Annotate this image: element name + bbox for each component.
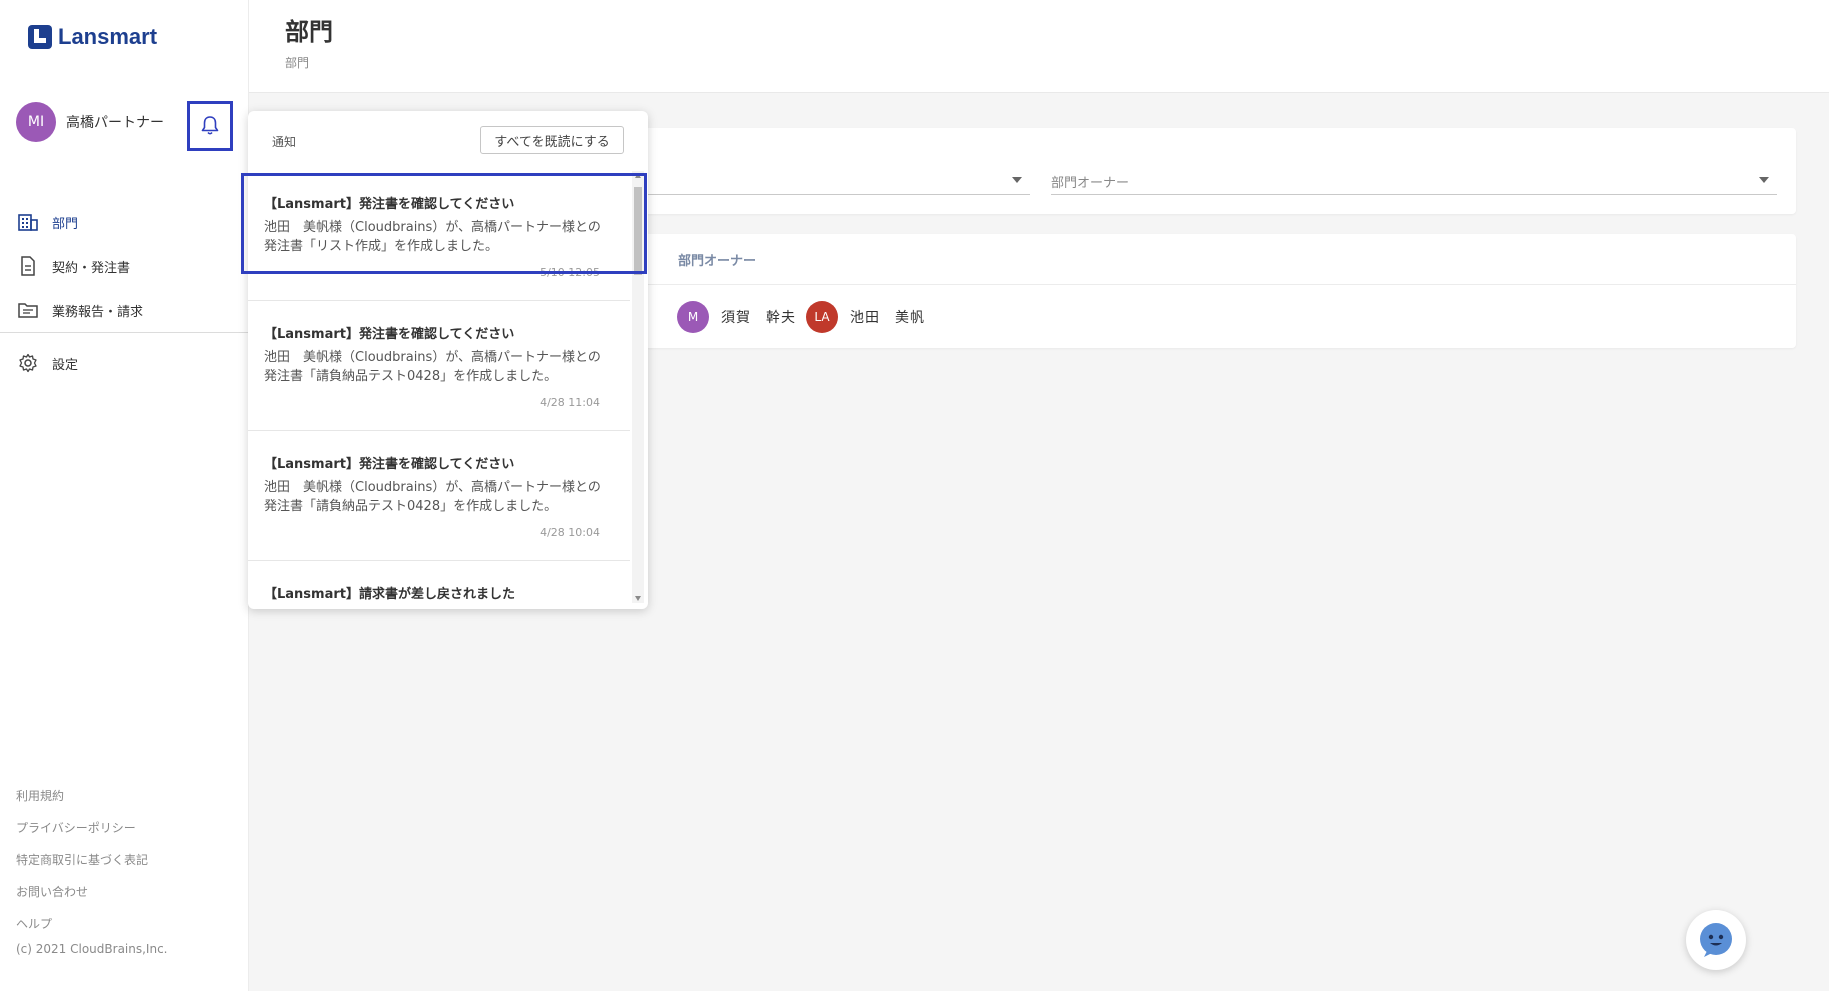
notification-item-title: 【Lansmart】発注書を確認してください bbox=[264, 457, 515, 472]
nav-divider bbox=[0, 332, 248, 333]
footer-link-privacy[interactable]: プライバシーポリシー bbox=[16, 812, 148, 844]
page-header: 部門 部門 bbox=[249, 0, 1829, 93]
sidebar-item-label: 業務報告・請求 bbox=[52, 304, 144, 320]
sidebar-item-contracts[interactable]: 契約・発注書 bbox=[0, 244, 248, 288]
bell-icon bbox=[201, 116, 219, 135]
avatar: MI bbox=[16, 102, 56, 142]
mark-all-read-button[interactable]: すべてを既読にする bbox=[480, 126, 624, 154]
notification-title: 通知 bbox=[272, 135, 297, 149]
member-name: 須賀 幹夫 bbox=[721, 310, 796, 326]
notification-item-title: 【Lansmart】発注書を確認してください bbox=[264, 327, 515, 342]
notification-item[interactable]: 【Lansmart】発注書を確認してください 池田 美帆様（Cloudbrain… bbox=[248, 301, 630, 431]
owner-select[interactable]: 部門オーナー bbox=[1051, 162, 1777, 195]
sidebar-item-label: 部門 bbox=[52, 216, 79, 232]
notification-item-title: 【Lansmart】請求書が差し戻されました bbox=[264, 587, 515, 602]
footer-links: 利用規約 プライバシーポリシー 特定商取引に基づく表記 お問い合わせ ヘルプ bbox=[16, 780, 148, 940]
building-icon bbox=[18, 212, 38, 232]
sidebar-item-departments[interactable]: 部門 bbox=[0, 200, 248, 244]
notification-bell-button[interactable] bbox=[187, 101, 233, 151]
footer-link-terms[interactable]: 利用規約 bbox=[16, 780, 148, 812]
sidebar: Lansmart MI 高橋パートナー 部門 契約・発注書 業務報告・請求 設定… bbox=[0, 0, 249, 991]
notification-highlight bbox=[241, 173, 647, 274]
sidebar-nav: 部門 契約・発注書 業務報告・請求 bbox=[0, 200, 248, 332]
document-icon bbox=[18, 256, 38, 276]
gear-icon bbox=[18, 353, 38, 373]
logo-text: Lansmart bbox=[58, 24, 158, 49]
notification-item[interactable]: 【Lansmart】発注書を確認してください 池田 美帆様（Cloudbrain… bbox=[248, 431, 630, 561]
notification-body-line: 池田 美帆様（Cloudbrains）が、高橋パートナー様との bbox=[264, 350, 601, 365]
sidebar-item-label: 契約・発注書 bbox=[52, 260, 131, 276]
avatar: M bbox=[677, 301, 709, 333]
notification-item-body: 池田 美帆様（Cloudbrains）が、高橋パートナー様との 発注書「請負納品… bbox=[264, 478, 626, 516]
user-profile[interactable]: MI 高橋パートナー bbox=[16, 102, 164, 142]
avatar: LA bbox=[806, 301, 838, 333]
chevron-down-icon bbox=[1759, 177, 1769, 183]
copyright: (c) 2021 CloudBrains,Inc. bbox=[16, 942, 168, 956]
notification-item-body: 池田 美帆様（Cloudbrains）が、高橋パートナー様との 発注書「請負納品… bbox=[264, 348, 626, 386]
chevron-down-icon bbox=[1012, 177, 1022, 183]
sidebar-item-label: 設定 bbox=[52, 357, 79, 373]
folder-icon bbox=[18, 300, 38, 320]
footer-link-commerce[interactable]: 特定商取引に基づく表記 bbox=[16, 844, 148, 876]
notification-item[interactable]: 【Lansmart】請求書が差し戻されました bbox=[248, 561, 630, 609]
footer-link-contact[interactable]: お問い合わせ bbox=[16, 876, 148, 908]
member-name: 池田 美帆 bbox=[850, 310, 925, 326]
column-header-owner[interactable]: 部門オーナー bbox=[678, 250, 756, 269]
sidebar-item-settings[interactable]: 設定 bbox=[0, 341, 248, 385]
chat-support-button[interactable] bbox=[1686, 910, 1746, 970]
notification-time: 4/28 11:04 bbox=[540, 396, 600, 409]
notification-body-line: 発注書「請負納品テスト0428」を作成しました。 bbox=[264, 499, 558, 514]
sidebar-item-reports[interactable]: 業務報告・請求 bbox=[0, 288, 248, 332]
notification-time: 4/28 10:04 bbox=[540, 526, 600, 539]
footer-link-help[interactable]: ヘルプ bbox=[16, 908, 148, 940]
owner-select-label: 部門オーナー bbox=[1051, 176, 1130, 191]
table-row[interactable]: M 須賀 幹夫 LA 池田 美帆 bbox=[677, 301, 935, 333]
page-title: 部門 bbox=[285, 18, 333, 46]
logo-mark-icon bbox=[28, 25, 52, 49]
notification-body-line: 発注書「請負納品テスト0428」を作成しました。 bbox=[264, 369, 558, 384]
logo[interactable]: Lansmart bbox=[28, 24, 157, 50]
chat-bot-icon bbox=[1700, 923, 1732, 957]
user-name: 高橋パートナー bbox=[66, 115, 164, 131]
scroll-down-icon[interactable] bbox=[635, 596, 641, 601]
breadcrumb[interactable]: 部門 bbox=[285, 54, 309, 71]
notification-body-line: 池田 美帆様（Cloudbrains）が、高橋パートナー様との bbox=[264, 480, 601, 495]
